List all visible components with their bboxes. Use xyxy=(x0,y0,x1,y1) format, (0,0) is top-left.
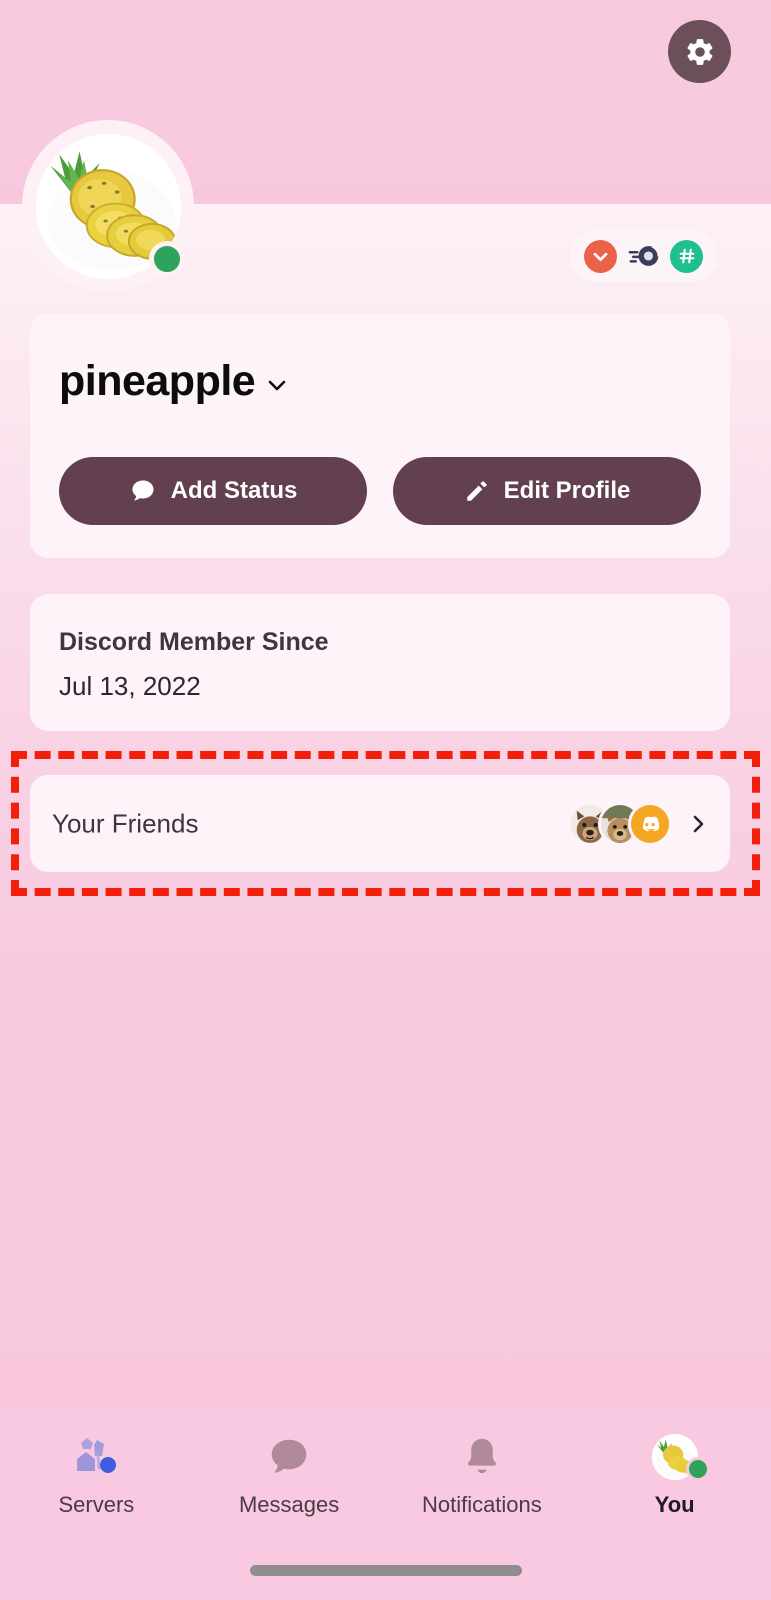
friend-avatar-stack[interactable] xyxy=(568,802,672,846)
identity-card: pineapple Add Status xyxy=(30,314,730,558)
avatar[interactable] xyxy=(30,128,186,284)
edit-profile-button[interactable]: Edit Profile xyxy=(393,457,701,525)
chevron-down-icon[interactable] xyxy=(265,367,289,397)
bottom-navigation: Servers Messages Notifications xyxy=(0,1407,771,1600)
user-avatar-icon xyxy=(652,1431,698,1483)
edit-profile-label: Edit Profile xyxy=(504,477,631,505)
username-row[interactable]: pineapple xyxy=(59,357,289,406)
status-badge-online xyxy=(149,241,185,277)
profile-badges[interactable] xyxy=(570,230,717,282)
discord-profile-screen: pineapple Add Status xyxy=(0,0,771,1600)
nav-label-you: You xyxy=(655,1492,695,1518)
member-since-date: Jul 13, 2022 xyxy=(59,671,701,702)
settings-button[interactable] xyxy=(668,20,731,83)
your-friends-label: Your Friends xyxy=(52,808,198,839)
username: pineapple xyxy=(59,357,255,406)
friends-preview[interactable] xyxy=(568,802,710,846)
add-status-label: Add Status xyxy=(171,477,298,505)
home-indicator xyxy=(250,1565,522,1576)
nav-status-dot-online xyxy=(686,1457,710,1481)
nav-label-messages: Messages xyxy=(239,1492,339,1518)
nav-label-servers: Servers xyxy=(58,1492,134,1518)
chevron-right-icon[interactable] xyxy=(686,809,710,839)
nav-label-notifications: Notifications xyxy=(422,1492,542,1518)
hypesquad-badge[interactable] xyxy=(627,240,660,273)
pencil-icon xyxy=(464,478,490,504)
profile-action-buttons: Add Status Edit Profile xyxy=(59,457,701,525)
member-since-label: Discord Member Since xyxy=(59,628,701,657)
nav-item-notifications[interactable]: Notifications xyxy=(386,1427,579,1537)
member-since-card: Discord Member Since Jul 13, 2022 xyxy=(30,594,730,731)
bell-icon xyxy=(459,1431,505,1483)
nav-item-servers[interactable]: Servers xyxy=(0,1427,193,1537)
active-developer-badge[interactable] xyxy=(670,240,703,273)
nav-items: Servers Messages Notifications xyxy=(0,1427,771,1537)
speech-bubble-icon xyxy=(129,477,157,505)
friend-avatar-3[interactable] xyxy=(628,802,672,846)
add-status-button[interactable]: Add Status xyxy=(59,457,367,525)
message-bubble-icon xyxy=(266,1431,312,1483)
nav-item-messages[interactable]: Messages xyxy=(193,1427,386,1537)
servers-icon xyxy=(71,1431,121,1483)
gear-icon xyxy=(684,36,716,68)
your-friends-row[interactable]: Your Friends xyxy=(30,775,730,872)
nitro-badge[interactable] xyxy=(584,240,617,273)
nav-item-you[interactable]: You xyxy=(578,1427,771,1537)
